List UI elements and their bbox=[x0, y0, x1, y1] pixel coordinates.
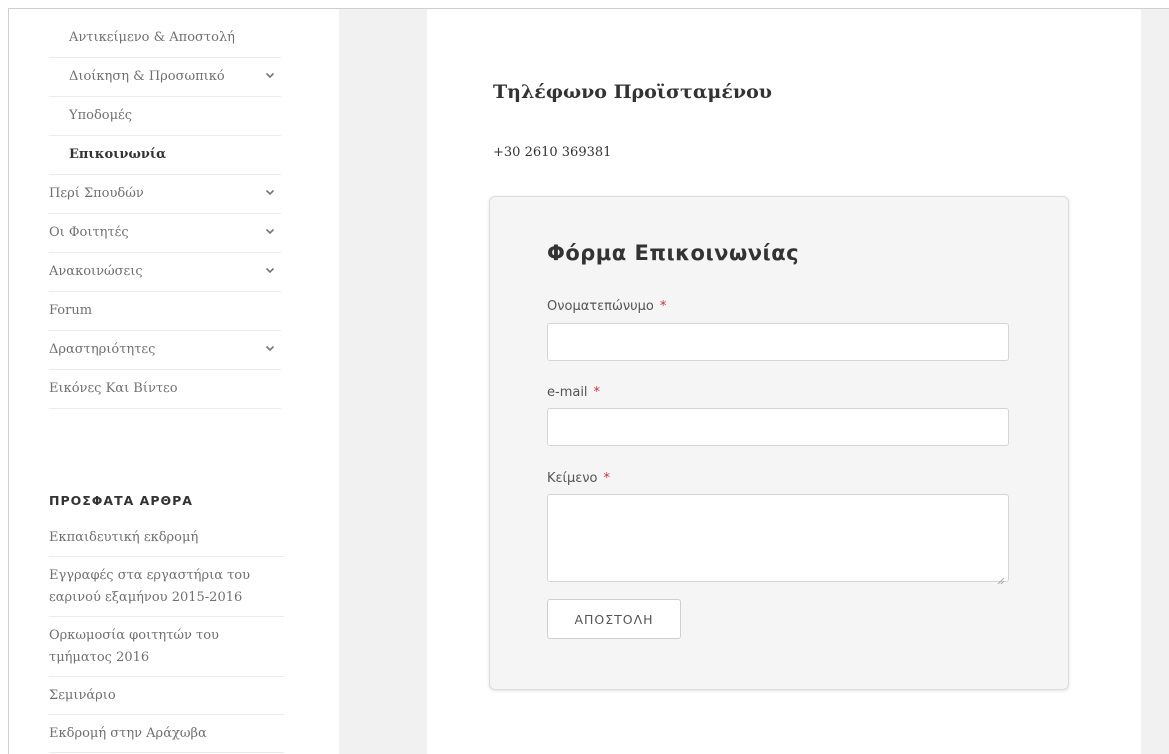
name-label: Ονοματεπώνυμο * bbox=[547, 299, 666, 314]
page-frame: Αντικείμενο & Αποστολή Διοίκηση & Προσωπ… bbox=[8, 8, 1169, 754]
recent-post-link[interactable]: Εκδρομή στην Αράχωβα bbox=[49, 715, 284, 753]
required-mark: * bbox=[603, 471, 610, 486]
chevron-down-icon[interactable] bbox=[265, 187, 275, 197]
nav-item-studies[interactable]: Περί Σπουδών bbox=[49, 175, 281, 214]
recent-post-link[interactable]: Εγγραφές στα εργαστήρια του εαρινού εξαμ… bbox=[49, 557, 284, 617]
email-label-text: e-mail bbox=[547, 385, 588, 400]
nav-item-activities[interactable]: Δραστηριότητες bbox=[49, 331, 281, 370]
chevron-down-icon[interactable] bbox=[265, 70, 275, 80]
nav-item-forum[interactable]: Forum bbox=[49, 292, 281, 331]
nav-item-announcements[interactable]: Ανακοινώσεις bbox=[49, 253, 281, 292]
recent-posts-heading: ΠΡΟΣΦΑΤΑ ΑΡΘΡΑ bbox=[49, 493, 193, 508]
recent-posts-list: Εκπαιδευτική εκδρομή Εγγραφές στα εργαστ… bbox=[49, 523, 284, 753]
recent-post-link[interactable]: Ορκωμοσία φοιτητών του τμήματος 2016 bbox=[49, 617, 284, 677]
left-gutter bbox=[339, 9, 427, 754]
nav-item-label: Ανακοινώσεις bbox=[49, 264, 143, 279]
message-label-text: Κείμενο bbox=[547, 471, 598, 486]
message-textarea[interactable] bbox=[547, 494, 1009, 585]
required-mark: * bbox=[593, 385, 601, 400]
recent-post-link[interactable]: Εκπαιδευτική εκδρομή bbox=[49, 523, 284, 557]
main-content: Τηλέφωνο Προϊσταμένου +30 2610 369381 Φό… bbox=[427, 9, 1141, 754]
nav-item-label: Περί Σπουδών bbox=[49, 186, 144, 201]
nav-item-infrastructure[interactable]: Υποδομές bbox=[49, 97, 281, 136]
nav-item-label: Οι Φοιτητές bbox=[49, 225, 129, 240]
nav-item-label: Forum bbox=[49, 303, 93, 318]
nav-item-label: Δραστηριότητες bbox=[49, 342, 156, 357]
sidebar: Αντικείμενο & Αποστολή Διοίκηση & Προσωπ… bbox=[9, 9, 339, 754]
required-mark: * bbox=[659, 299, 667, 314]
nav-item-media[interactable]: Εικόνες Και Βίντεο bbox=[49, 370, 281, 409]
recent-post-link[interactable]: Σεμινάριο bbox=[49, 677, 284, 715]
nav-item-label: Αντικείμενο & Αποστολή bbox=[69, 30, 235, 45]
name-label-text: Ονοματεπώνυμο bbox=[547, 299, 654, 314]
nav-item-mission[interactable]: Αντικείμενο & Αποστολή bbox=[49, 19, 281, 58]
nav-item-label: Εικόνες Και Βίντεο bbox=[49, 381, 178, 396]
name-field[interactable] bbox=[547, 323, 1009, 361]
chevron-down-icon[interactable] bbox=[265, 226, 275, 236]
nav-item-label: Επικοινωνία bbox=[69, 147, 167, 162]
right-gutter bbox=[1141, 9, 1169, 754]
nav-item-label: Διοίκηση & Προσωπικό bbox=[69, 69, 225, 84]
email-field[interactable] bbox=[547, 408, 1009, 446]
form-title: Φόρμα Επικοινωνίας bbox=[547, 241, 800, 265]
message-label: Κείμενο * bbox=[547, 471, 610, 486]
nav-item-label: Υποδομές bbox=[69, 108, 133, 123]
nav-item-students[interactable]: Οι Φοιτητές bbox=[49, 214, 281, 253]
email-label: e-mail * bbox=[547, 385, 600, 400]
phone-heading: Τηλέφωνο Προϊσταμένου bbox=[493, 81, 772, 103]
nav-item-contact[interactable]: Επικοινωνία bbox=[49, 136, 281, 175]
submit-button[interactable]: ΑΠΟΣΤΟΛΗ bbox=[547, 599, 681, 639]
resize-handle-icon[interactable] bbox=[997, 570, 1005, 585]
chevron-down-icon[interactable] bbox=[265, 265, 275, 275]
phone-number: +30 2610 369381 bbox=[493, 145, 612, 160]
nav-item-administration[interactable]: Διοίκηση & Προσωπικό bbox=[49, 58, 281, 97]
contact-form: Φόρμα Επικοινωνίας Ονοματεπώνυμο * e-mail… bbox=[489, 196, 1069, 690]
sidebar-nav: Αντικείμενο & Αποστολή Διοίκηση & Προσωπ… bbox=[49, 19, 281, 409]
chevron-down-icon[interactable] bbox=[265, 343, 275, 353]
